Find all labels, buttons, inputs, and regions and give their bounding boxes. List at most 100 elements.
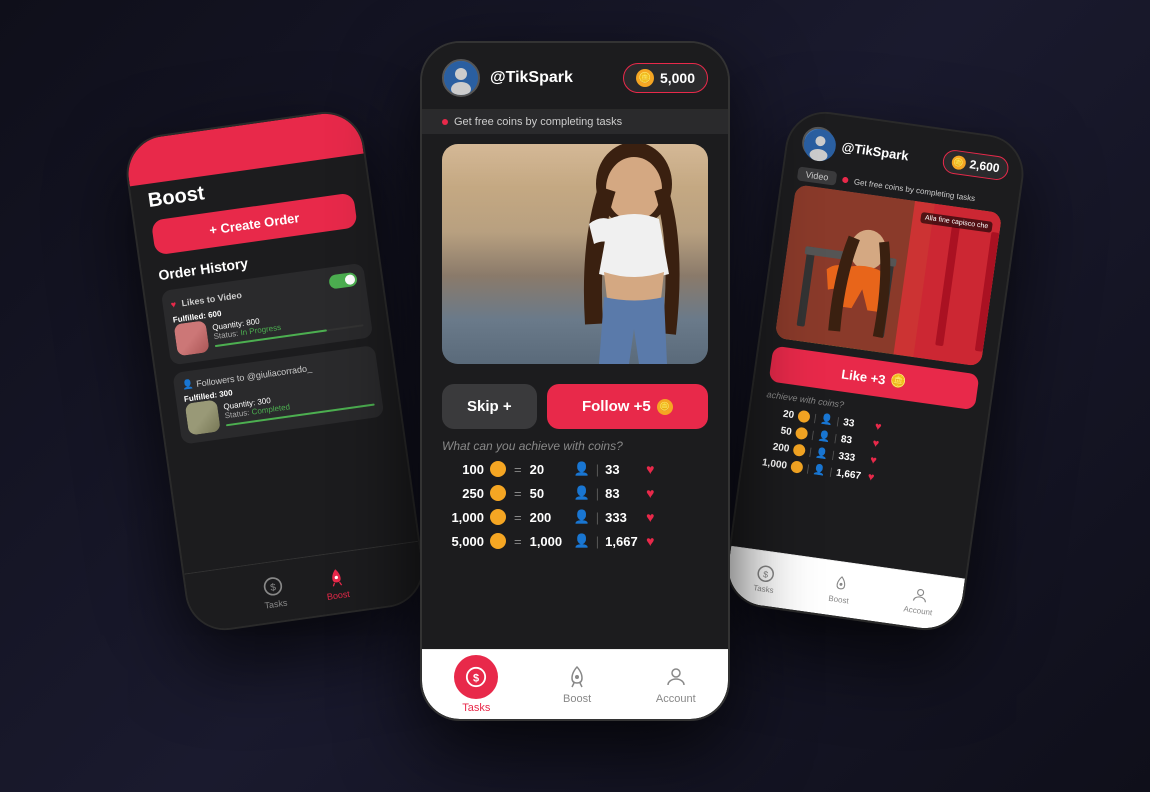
video-username: @TikSpark [841, 139, 910, 163]
right-heart-0: ♥ [874, 421, 882, 434]
rocket-icon-left [323, 565, 348, 590]
coins-row-3: 5,000 = 1,000 👤 | 1,667 ♥ [442, 533, 708, 549]
coins-value: 5,000 [660, 70, 695, 86]
task-action-buttons: Skip + Follow +5 🪙 [442, 384, 708, 429]
right-nav-boost[interactable]: Boost [828, 573, 852, 605]
order-1-avatar [174, 320, 210, 356]
left-bottom-nav: $ Tasks Boost [184, 541, 426, 633]
video-image-container: Alla fine capisco che [775, 184, 1003, 366]
likes-3: 1,667 [605, 534, 640, 549]
heart-icon-1: ♥ [170, 299, 177, 310]
phone-center: @TikSpark 🪙 5,000 Get free coins by comp… [420, 41, 730, 721]
dollar-icon: $ [261, 573, 286, 598]
order-1-toggle[interactable] [328, 272, 358, 290]
coins-0: 100 [442, 462, 484, 477]
tasks-active-circle: $ [454, 655, 498, 699]
coins-3: 5,000 [442, 534, 484, 549]
follow-button[interactable]: Follow +5 🪙 [547, 384, 708, 429]
tasks-avatar [442, 59, 480, 97]
left-nav-tasks[interactable]: $ Tasks [260, 573, 288, 610]
heart-0: ♥ [646, 461, 654, 477]
right-person-0: 👤 [820, 413, 834, 426]
person-1: 👤 [574, 485, 590, 501]
free-coins-bar: Get free coins by completing tasks [422, 110, 728, 134]
red-dot [442, 119, 448, 125]
boost-order-history: Order History ♥ Likes to Video Fulfilled… [142, 237, 402, 455]
phone-right: @TikSpark 🪙 2,600 Video Get free coins b… [721, 107, 1028, 636]
coin-med-0 [490, 461, 506, 477]
coins-table: 100 = 20 👤 | 33 ♥ 250 = 50 👤 | 83 [422, 461, 728, 649]
svg-text:$: $ [473, 673, 479, 685]
task-image [442, 144, 708, 364]
right-nav-boost-label: Boost [828, 593, 850, 605]
center-nav-account[interactable]: Account [656, 664, 696, 705]
video-image: Alla fine capisco che [775, 184, 1003, 366]
person-3: 👤 [574, 533, 590, 549]
video-avatar [800, 125, 836, 161]
right-person-2: 👤 [815, 447, 829, 460]
coins-row-1: 250 = 50 👤 | 83 ♥ [442, 485, 708, 501]
person-icon-2: 👤 [181, 379, 194, 391]
right-coin-0 [797, 410, 811, 424]
center-nav-tasks-label: Tasks [462, 702, 490, 714]
order-2-avatar [185, 399, 221, 435]
right-coin-2 [792, 443, 806, 457]
right-nav-account[interactable]: Account [903, 584, 936, 617]
coin-icon-like: 🪙 [889, 372, 907, 390]
left-nav-tasks-label: Tasks [264, 597, 288, 610]
center-bottom-nav: $ Tasks Boost [422, 649, 728, 719]
phone-left: Boost + Create Order Order History ♥ Lik… [121, 107, 428, 636]
right-person-1: 👤 [817, 430, 831, 443]
followers-2: 200 [530, 510, 568, 525]
heart-1: ♥ [646, 485, 654, 501]
woman-figure [539, 144, 708, 364]
right-heart-2: ♥ [869, 454, 877, 467]
rocket-icon-center [564, 664, 590, 690]
coins-row-2: 1,000 = 200 👤 | 333 ♥ [442, 509, 708, 525]
tasks-header: @TikSpark 🪙 5,000 [422, 43, 728, 110]
likes-2: 333 [605, 510, 640, 525]
video-coins-badge: 🪙 2,600 [941, 149, 1010, 182]
coin-icon-header: 🪙 [636, 69, 654, 87]
center-nav-boost[interactable]: Boost [563, 664, 591, 705]
like-button-label: Like +3 [840, 366, 886, 387]
coins-1: 250 [442, 486, 484, 501]
skip-button[interactable]: Skip + [442, 384, 537, 429]
right-person-3: 👤 [813, 464, 827, 477]
coin-med-2 [490, 509, 506, 525]
followers-1: 50 [530, 486, 568, 501]
achieve-title: What can you achieve with coins? [422, 439, 728, 461]
person-0: 👤 [574, 461, 590, 477]
tasks-screen: @TikSpark 🪙 5,000 Get free coins by comp… [422, 43, 728, 719]
video-coins-value: 2,600 [969, 157, 1001, 175]
right-bottom-nav: $ Tasks Boost Account [724, 546, 965, 633]
coins-row-0: 100 = 20 👤 | 33 ♥ [442, 461, 708, 477]
free-coins-text: Get free coins by completing tasks [454, 116, 622, 128]
video-header-left: @TikSpark [800, 125, 911, 172]
svg-text:$: $ [762, 569, 768, 580]
left-nav-boost-label: Boost [326, 588, 350, 601]
center-nav-boost-label: Boost [563, 693, 591, 705]
right-heart-1: ♥ [872, 437, 880, 450]
followers-0: 20 [530, 462, 568, 477]
red-dot-video [842, 177, 849, 184]
coins-2: 1,000 [442, 510, 484, 525]
coin-icon-follow: 🪙 [657, 399, 673, 415]
right-nav-account-label: Account [903, 604, 933, 617]
center-nav-tasks[interactable]: $ Tasks [454, 655, 498, 714]
coins-badge: 🪙 5,000 [623, 63, 708, 93]
video-screen: @TikSpark 🪙 2,600 Video Get free coins b… [724, 109, 1027, 633]
person-2: 👤 [574, 509, 590, 525]
right-nav-tasks-label: Tasks [753, 583, 775, 595]
center-nav-account-label: Account [656, 693, 696, 705]
left-nav-boost[interactable]: Boost [323, 565, 351, 602]
coin-med-3 [490, 533, 506, 549]
right-coin-1 [795, 427, 809, 441]
boost-screen: Boost + Create Order Order History ♥ Lik… [124, 109, 427, 633]
likes-0: 33 [605, 462, 640, 477]
follow-button-label: Follow +5 [582, 398, 651, 415]
svg-text:$: $ [270, 582, 277, 594]
task-image-container [442, 144, 708, 364]
right-coin-3 [790, 460, 804, 474]
right-nav-tasks[interactable]: $ Tasks [753, 563, 777, 595]
